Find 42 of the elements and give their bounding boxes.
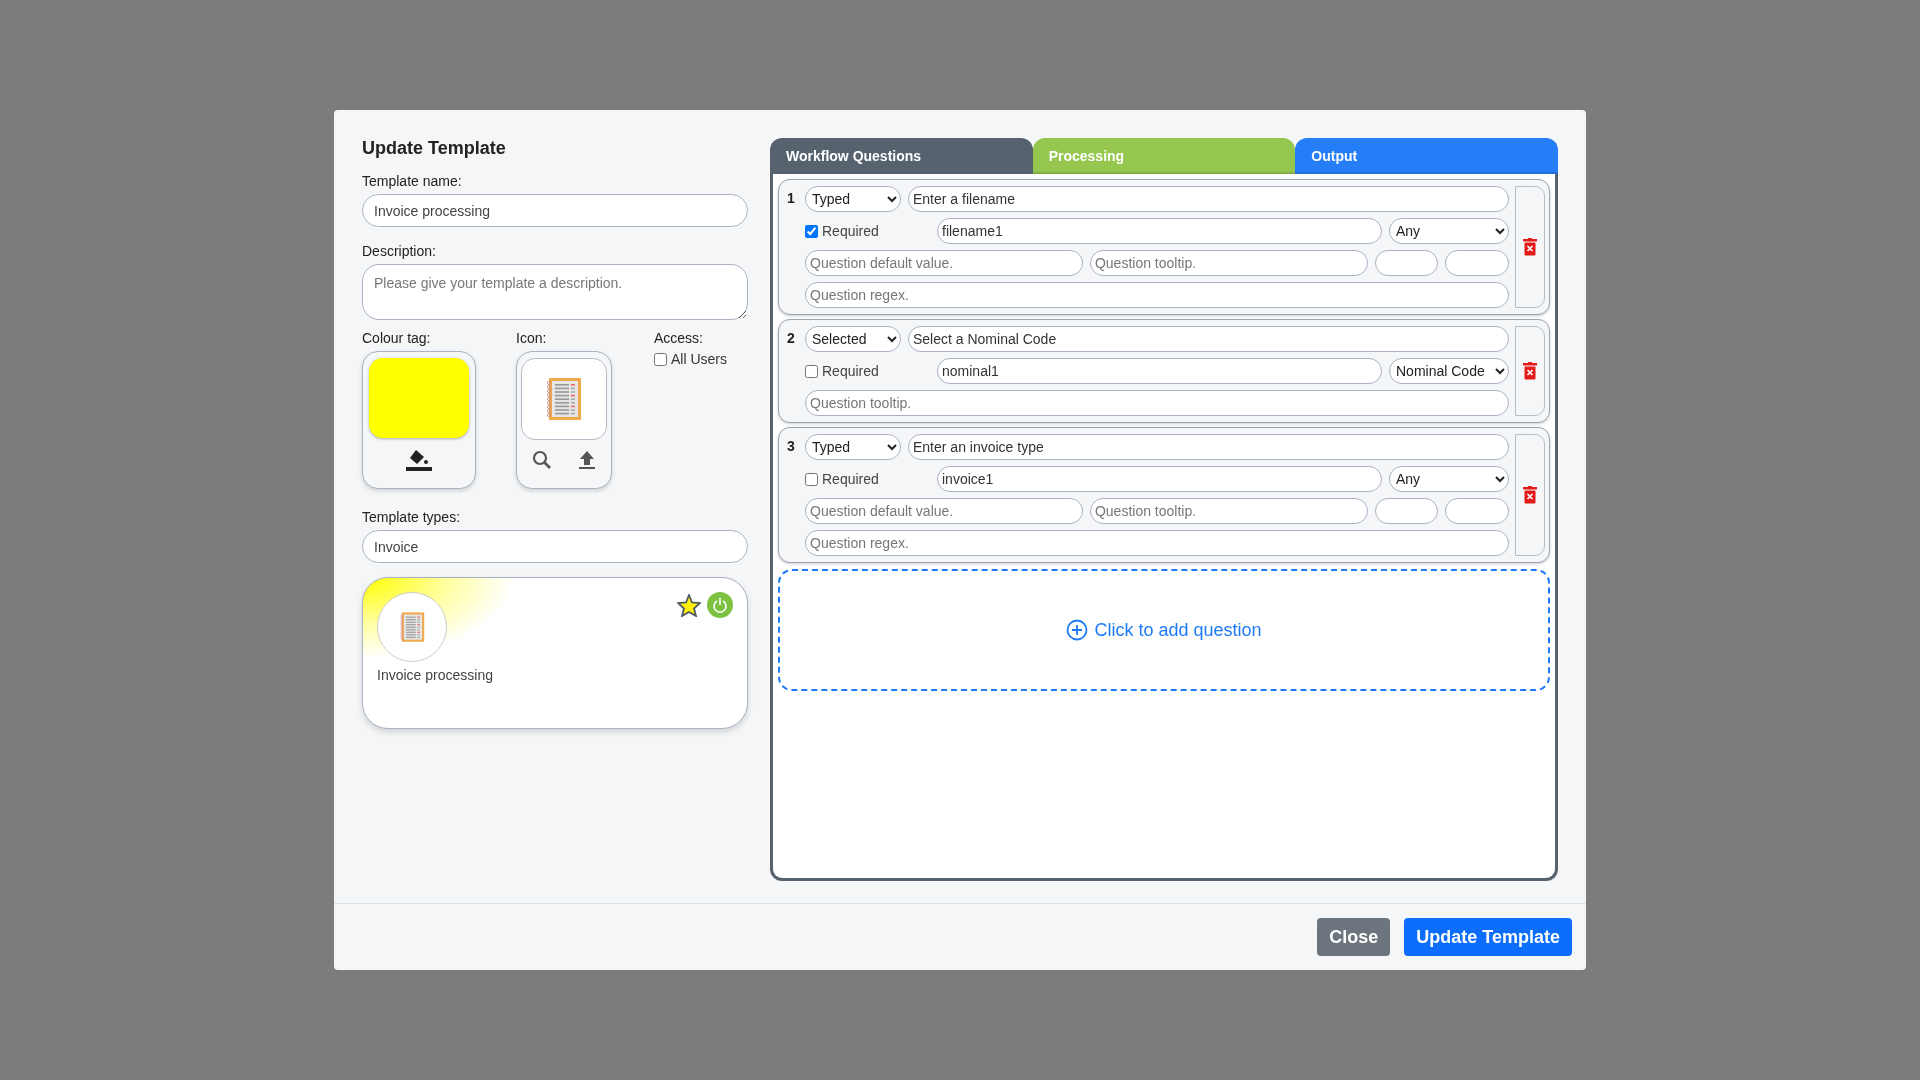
question-type-select[interactable]: Typed xyxy=(805,186,901,212)
constraint-select[interactable]: Any xyxy=(1389,466,1509,492)
tooltip-field[interactable]: Question tooltip. xyxy=(1089,250,1368,276)
question-prompt-field[interactable]: Enter a filename xyxy=(908,186,1509,212)
field-label: Template name: xyxy=(362,173,463,189)
checkbox-label: Required xyxy=(822,223,879,239)
tab[interactable]: Workflow Questions xyxy=(770,138,1033,174)
field-label: Access: xyxy=(654,330,704,346)
variable-name-field[interactable]: filename1 xyxy=(937,218,1382,244)
checkbox-label: All Users xyxy=(671,351,727,367)
template-name-field[interactable]: Invoice processing xyxy=(362,194,748,227)
description-field[interactable]: Please give your template a description. xyxy=(362,264,748,320)
question-number: 1 xyxy=(787,189,796,208)
regex-field[interactable]: Question regex. xyxy=(805,282,1509,308)
question-number: 3 xyxy=(787,437,796,456)
template-name: Invoice processing xyxy=(377,667,493,683)
question-prompt-field[interactable]: Select a Nominal Code xyxy=(908,326,1509,352)
question-type-select[interactable]: Typed xyxy=(805,434,901,460)
close-button[interactable]: Close xyxy=(1317,918,1391,956)
variable-name-field[interactable]: nominal1 xyxy=(937,358,1382,384)
question-number: 2 xyxy=(787,329,796,348)
field-label: Icon: xyxy=(516,330,548,346)
field-label: Description: xyxy=(362,243,437,259)
template-types-field[interactable]: Invoice xyxy=(362,530,748,563)
regex-field[interactable]: Question regex. xyxy=(805,530,1509,556)
constraint-select[interactable]: Nominal Code xyxy=(1389,358,1509,384)
update-button[interactable]: Update Template xyxy=(1404,918,1572,956)
tooltip-field[interactable]: Question tooltip. xyxy=(1089,498,1368,524)
variable-name-field[interactable]: invoice1 xyxy=(937,466,1382,492)
add-question-button[interactable]: Click to add question xyxy=(778,569,1550,691)
tooltip-field[interactable]: Question tooltip. xyxy=(805,390,1509,416)
question-prompt-field[interactable]: Enter an invoice type xyxy=(908,434,1509,460)
field-label: Template types: xyxy=(362,509,462,525)
constraint-select[interactable]: Any xyxy=(1389,218,1509,244)
question-type-select[interactable]: Selected xyxy=(805,326,901,352)
checkbox-label: Required xyxy=(822,471,879,487)
tab[interactable]: Output xyxy=(1295,138,1558,174)
default-value-field[interactable]: Question default value. xyxy=(805,498,1083,524)
dialog-title: Update Template xyxy=(362,138,507,159)
field-label: Colour tag: xyxy=(362,330,432,346)
default-value-field[interactable]: Question default value. xyxy=(805,250,1083,276)
checkbox-label: Required xyxy=(822,363,879,379)
